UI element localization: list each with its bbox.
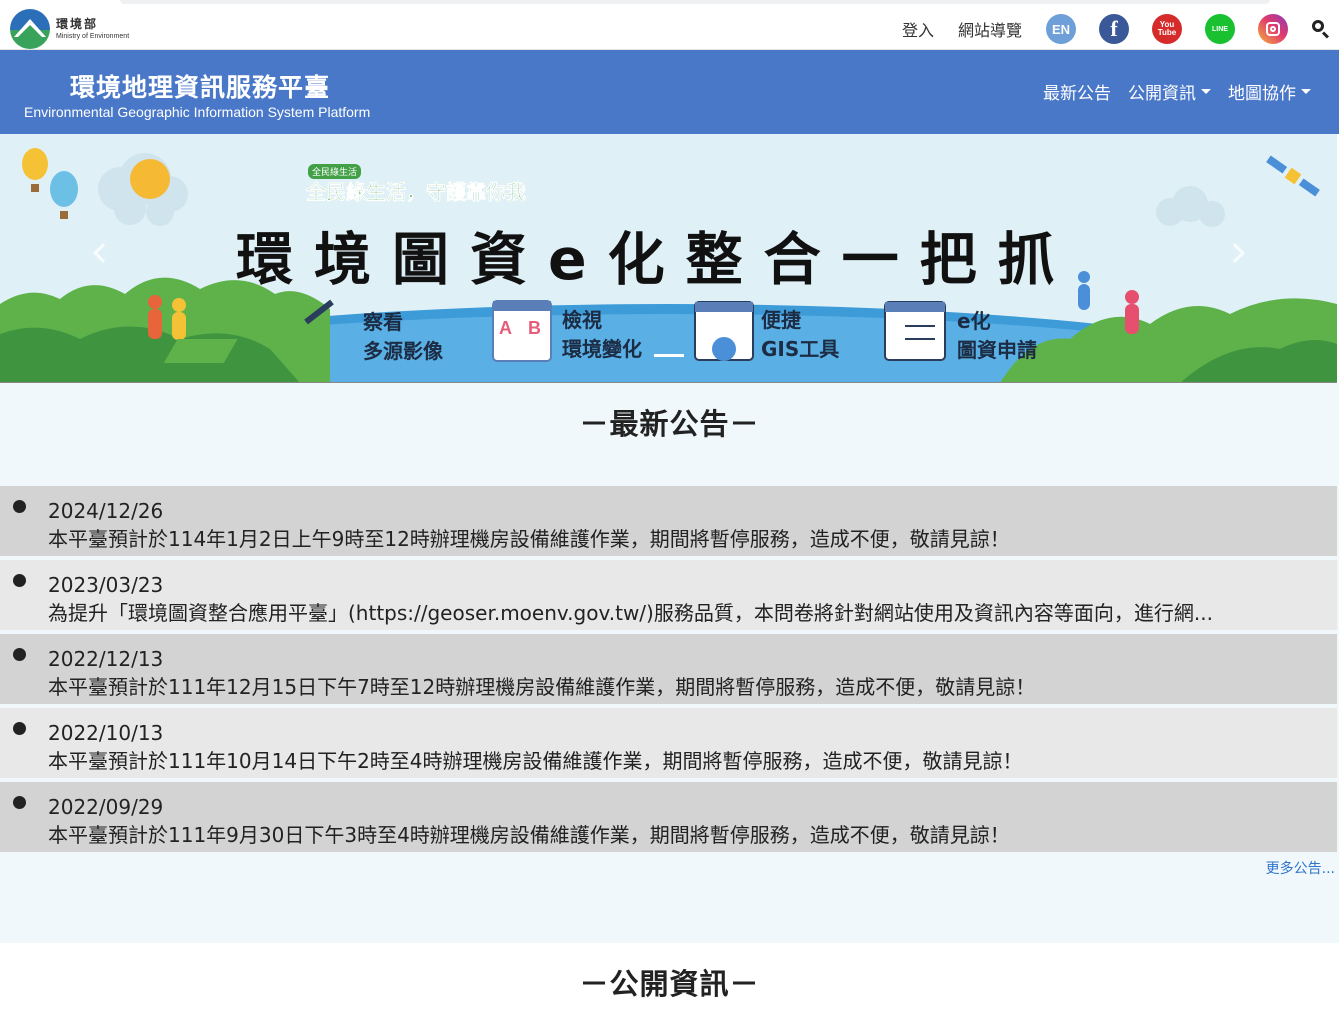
latest-news-section: －最新公告－ 2024/12/26 本平臺預計於114年1月2日上午9時至12時… <box>0 383 1339 943</box>
agency-name-zh: 環境部 <box>56 17 99 31</box>
banner-slogan: 全民綠生活，守護靠你我 <box>306 180 527 205</box>
search-icon[interactable] <box>1311 19 1331 39</box>
news-text[interactable]: 本平臺預計於111年9月30日下午3時至4時辦理機房設備維護作業，期間將暫停服務… <box>48 819 1326 848</box>
bullet-icon <box>13 574 26 587</box>
news-text[interactable]: 本平臺預計於111年10月14日下午2時至4時辦理機房設備維護作業，期間將暫停服… <box>48 745 1326 774</box>
nav-map-collab[interactable]: 地圖協作 <box>1228 79 1311 104</box>
svg-text:A: A <box>499 318 512 338</box>
top-utility-bar: 環境部 Ministry of Environment 登入 網站導覽 EN f… <box>0 0 1339 50</box>
news-date: 2024/12/26 <box>48 499 164 523</box>
feature-gis-tools-icon <box>694 301 754 361</box>
english-language-button[interactable]: EN <box>1046 14 1076 44</box>
feature-line: e化 <box>957 309 991 333</box>
site-subtitle: Environmental Geographic Information Sys… <box>24 104 371 120</box>
nav-public-info[interactable]: 公開資訊 <box>1128 79 1211 104</box>
agency-logo[interactable]: 環境部 Ministry of Environment <box>10 9 129 49</box>
feature-line: 檢視 <box>562 308 602 332</box>
feature-line: 便捷 <box>761 308 801 332</box>
public-info-title: －公開資訊－ <box>579 967 760 1001</box>
feature-line: 察看 <box>363 310 403 334</box>
news-text[interactable]: 本平臺預計於114年1月2日上午9時至12時辦理機房設備維護作業，期間將暫停服務… <box>48 523 1326 552</box>
feature-line: 環境變化 <box>562 337 642 361</box>
youtube-glyph-bottom: Tube <box>1157 28 1177 37</box>
facebook-icon[interactable]: f <box>1099 14 1129 44</box>
news-item[interactable]: 2022/12/13 本平臺預計於111年12月15日下午7時至12時辦理機房設… <box>0 634 1337 704</box>
public-info-section: －公開資訊－ <box>0 943 1339 1034</box>
banner-feature-1: 察看 多源影像 <box>363 308 443 366</box>
banner-feature-4: e化 圖資申請 <box>957 307 1037 365</box>
main-nav: 最新公告 公開資訊 地圖協作 <box>1026 79 1311 104</box>
feature-line: 圖資申請 <box>957 338 1037 362</box>
news-date: 2023/03/23 <box>48 573 164 597</box>
banner-headline: 環境圖資e化整合一把抓 <box>236 227 1076 293</box>
youtube-icon[interactable]: You Tube <box>1152 14 1182 44</box>
instagram-icon[interactable] <box>1258 14 1288 44</box>
site-header: 環境地理資訊服務平臺 Environmental Geographic Info… <box>0 50 1339 134</box>
news-item[interactable]: 2024/12/26 本平臺預計於114年1月2日上午9時至12時辦理機房設備維… <box>0 486 1337 556</box>
feature-line: 多源影像 <box>363 339 443 363</box>
carousel-indicator[interactable] <box>654 354 684 357</box>
site-title[interactable]: 環境地理資訊服務平臺 <box>70 68 330 104</box>
feature-compare-icon: A B <box>492 300 552 362</box>
news-section-title: －最新公告－ <box>579 407 760 441</box>
bullet-icon <box>13 648 26 661</box>
news-text[interactable]: 為提升「環境圖資整合應用平臺」(https://geoser.moenv.gov… <box>48 597 1326 626</box>
news-date: 2022/12/13 <box>48 647 164 671</box>
chevron-down-icon <box>1301 89 1311 94</box>
news-date: 2022/09/29 <box>48 795 164 819</box>
svg-text:B: B <box>528 318 541 338</box>
nav-latest-news[interactable]: 最新公告 <box>1043 79 1111 104</box>
more-news-link[interactable]: 更多公告... <box>1266 858 1335 878</box>
news-text[interactable]: 本平臺預計於111年12月15日下午7時至12時辦理機房設備維護作業，期間將暫停… <box>48 671 1326 700</box>
agency-emblem-icon <box>10 9 50 49</box>
agency-name-en: Ministry of Environment <box>56 33 130 40</box>
banner-feature-2: 檢視 環境變化 <box>562 306 642 364</box>
bullet-icon <box>13 722 26 735</box>
utility-links: 登入 網站導覽 EN f You Tube LINE <box>902 9 1339 49</box>
news-item[interactable]: 2022/10/13 本平臺預計於111年10月14日下午2時至4時辦理機房設備… <box>0 708 1337 778</box>
news-item[interactable]: 2022/09/29 本平臺預計於111年9月30日下午3時至4時辦理機房設備維… <box>0 782 1337 852</box>
bullet-icon <box>13 500 26 513</box>
feature-line: GIS工具 <box>761 337 840 361</box>
top-scroll-edge <box>120 0 1270 4</box>
feature-apply-icon <box>884 301 946 361</box>
chevron-down-icon <box>1201 89 1211 94</box>
line-icon[interactable]: LINE <box>1205 14 1235 44</box>
banner-feature-3: 便捷 GIS工具 <box>761 306 839 364</box>
login-link[interactable]: 登入 <box>902 17 934 41</box>
bullet-icon <box>13 796 26 809</box>
hero-banner-carousel[interactable]: A B 全民綠生活 全民綠生活，守護靠你我 環境圖資e化整合一把抓 察看 多源影… <box>0 134 1337 383</box>
news-list: 2024/12/26 本平臺預計於114年1月2日上午9時至12時辦理機房設備維… <box>0 486 1337 856</box>
news-item[interactable]: 2023/03/23 為提升「環境圖資整合應用平臺」(https://geose… <box>0 560 1337 630</box>
news-date: 2022/10/13 <box>48 721 164 745</box>
sitemap-link[interactable]: 網站導覽 <box>958 17 1022 41</box>
